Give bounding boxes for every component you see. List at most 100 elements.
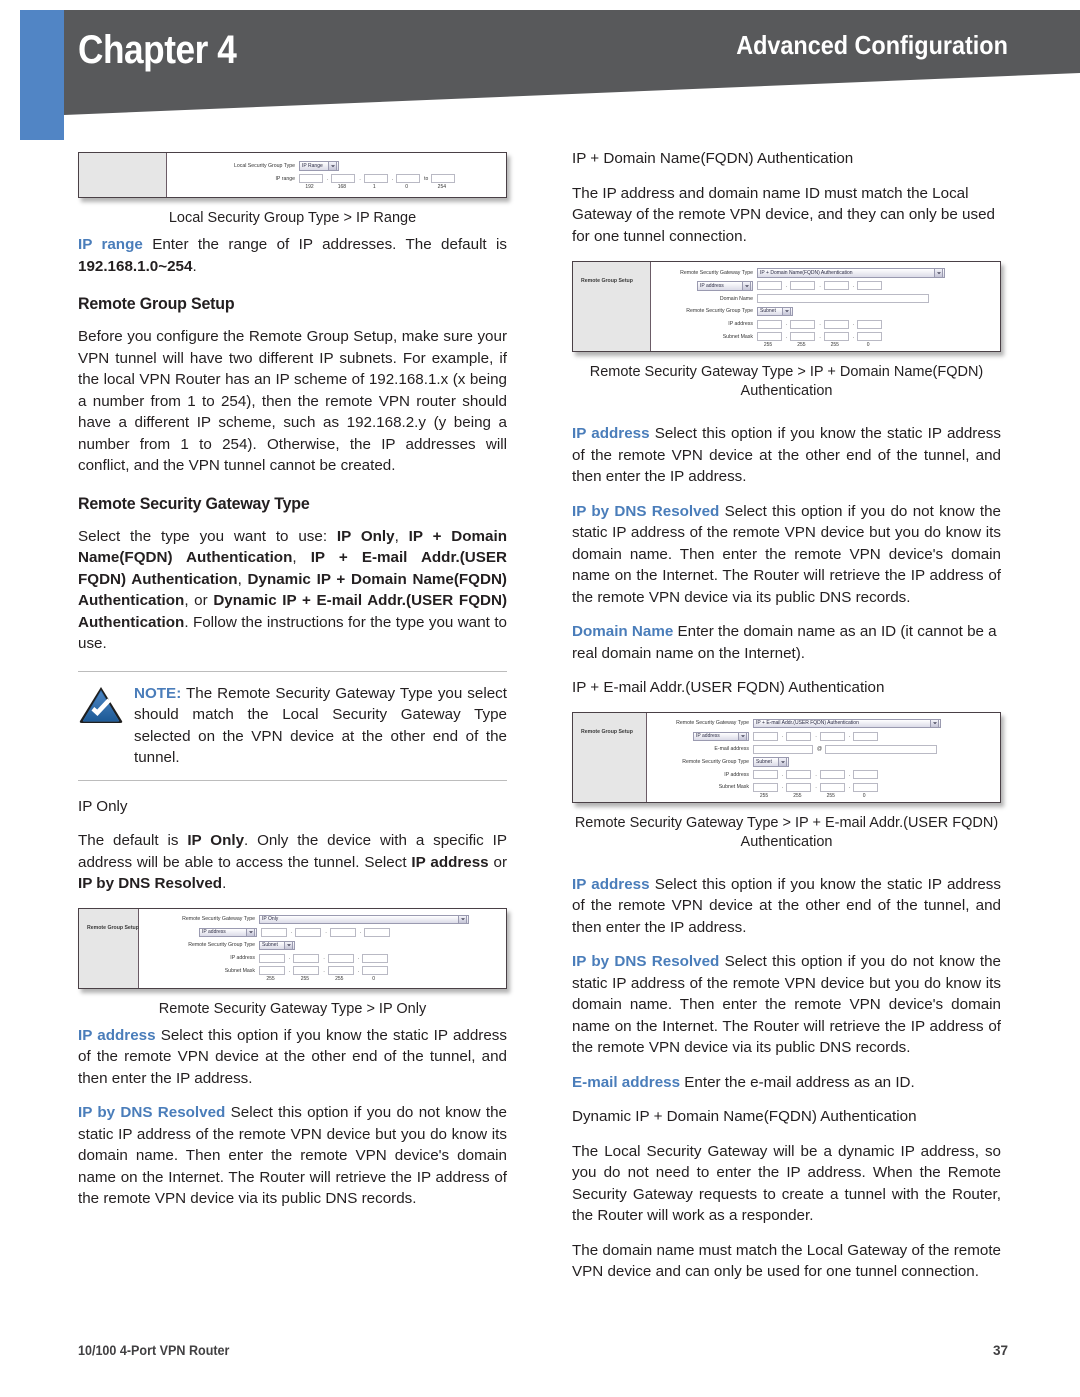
ip-octet-input[interactable] [362,953,389,963]
shot-panel-title: Remote Group Setup [581,278,633,284]
field-label: Subnet Mask [718,784,749,790]
figure-caption-line1: Remote Security Gateway Type > IP + E-ma… [574,814,999,831]
ip-octet-input[interactable] [295,927,322,937]
octet-dot: . [786,321,788,327]
octet-dot: . [848,733,851,740]
field-label: Domain Name [719,295,753,302]
form-row: Remote Security Gateway Type IP Only [139,914,498,924]
form-row: IP range 192 . 168 . 1 . 0 to 254 [167,174,498,190]
field-label: E-mail address [714,746,749,752]
heading-ip-email-fqdn: IP + E-mail Addr.(USER FQDN) Authenticat… [572,679,885,696]
term-domain-name: Domain Name [572,623,674,640]
subnet-octet-input[interactable]: 255 [819,782,845,799]
ip-octet-input[interactable]: 0 [396,174,421,190]
select-value: Subnet [760,308,776,315]
ip-octet-input[interactable] [364,927,391,937]
ip-octet-input[interactable] [259,953,285,963]
ip-octet-input[interactable] [757,281,782,291]
subnet-octet-input[interactable]: 255 [823,332,849,348]
term-ip-by-dns-resolved: IP by DNS Resolved [78,1104,226,1121]
chapter-title: Chapter 4 [78,28,237,72]
form-row: Local Security Group Type IP Range [167,161,498,171]
ip-octet-input[interactable] [261,927,287,937]
octet-value: 255 [830,342,839,348]
ip-octet-input[interactable]: 1 [363,174,388,190]
shot-panel-title: Remote Group Setup [87,924,139,931]
octet-value: 255 [793,792,802,799]
chevron-down-icon [782,307,791,316]
subnet-octet-input[interactable]: 255 [259,966,285,982]
bold-ip-address: IP address [411,853,489,871]
ip-octet-input[interactable] [853,731,879,741]
subnet-octet-input[interactable]: 255 [327,966,354,982]
subnet-octet-input[interactable]: 255 [293,966,320,982]
subnet-octet-input[interactable]: 255 [753,782,778,799]
domain-name-input[interactable] [757,294,929,303]
octet-value: 255 [335,976,344,982]
remote-security-gateway-type-select[interactable]: IP + Domain Name(FQDN) Authentication [757,268,945,278]
field-label: Local Security Group Type [233,162,295,169]
ip-octet-input[interactable] [823,281,849,291]
ip-octet-input[interactable] [857,281,883,291]
email-domain-part-input[interactable] [825,744,938,754]
footer-product-name: 10/100 4-Port VPN Router [78,1343,230,1358]
subnet-octet-input[interactable]: 0 [853,782,879,799]
remote-security-gateway-type-select[interactable]: IP Only [259,914,469,924]
octet-dot: . [359,929,362,936]
ip-octet-input[interactable]: 168 [331,174,356,190]
paragraph-ip-address-3: IP address Select this option if you kno… [572,874,1001,939]
text: Select the type you want to use: [78,527,337,545]
select-value: IP Range [302,162,323,169]
ip-octet-input[interactable] [790,281,816,291]
octet-value: 254 [437,184,447,190]
form-row: Remote Security Group Type Subnet [647,757,992,767]
remote-security-group-type-select[interactable]: Subnet [259,940,295,950]
ip-range-end-input[interactable]: 254 [431,174,456,190]
remote-security-gateway-type-select[interactable]: IP + E-mail Addr.(USER FQDN) Authenticat… [753,718,941,728]
ip-octet-input[interactable] [786,770,812,779]
remote-security-group-type-select[interactable]: Subnet [753,757,789,767]
ip-octet-input[interactable] [819,731,845,741]
ip-octet-input[interactable] [819,770,845,779]
subnet-octet-input[interactable]: 255 [757,332,782,348]
field-label: IP address [230,955,255,961]
ip-octet-input[interactable] [823,319,849,329]
left-column: Local Security Group Type IP Range IP ra… [78,148,507,1223]
ip-octet-input[interactable] [753,731,778,741]
local-security-group-type-select[interactable]: IP Range [299,161,339,171]
ip-octet-input[interactable] [329,927,356,937]
heading-ip-only: IP Only [78,797,128,815]
ip-octet-input[interactable] [857,319,883,329]
ip-octet-input[interactable] [753,770,778,779]
octet-dot: . [819,282,821,289]
form-row: Subnet Mask 255 . 255 . 255 . 0 [651,332,992,348]
field-label: Remote Security Gateway Type [676,720,749,727]
note-check-icon-svg [79,686,123,723]
ip-octet-input[interactable] [293,953,320,963]
ip-address-mode-select[interactable]: IP address [697,281,753,291]
ip-address-mode-select[interactable]: IP address [693,731,749,741]
ip-octet-input[interactable] [790,319,816,329]
ip-address-mode-select[interactable]: IP address [199,927,257,937]
select-value: IP + E-mail Addr.(USER FQDN) Authenticat… [756,720,859,727]
subnet-octet-input[interactable]: 0 [362,966,389,982]
paragraph-before-configure: Before you configure the Remote Group Se… [78,328,507,474]
select-value: IP address [202,929,226,936]
subnet-octet-input[interactable]: 255 [786,782,812,799]
subnet-octet-input[interactable]: 0 [857,332,883,348]
ip-octet-input[interactable] [786,731,812,741]
chevron-down-icon [778,757,787,766]
page-header: Chapter 4 Advanced Configuration [0,0,1080,140]
octet-value: 168 [337,184,347,190]
heading-dynamic-ip-domain: Dynamic IP + Domain Name(FQDN) Authentic… [572,1108,917,1125]
ip-octet-input[interactable] [757,319,782,329]
subnet-octet-input[interactable]: 255 [790,332,816,348]
email-local-part-input[interactable] [753,744,813,754]
ip-octet-input[interactable] [327,953,354,963]
chevron-down-icon [742,281,751,290]
ip-octet-input[interactable]: 192 [299,174,323,190]
remote-security-group-type-select[interactable]: Subnet [757,306,793,316]
octet-value: 0 [862,792,866,799]
ip-octet-input[interactable] [853,770,879,779]
field-label: Remote Security Gateway Type [680,269,753,276]
